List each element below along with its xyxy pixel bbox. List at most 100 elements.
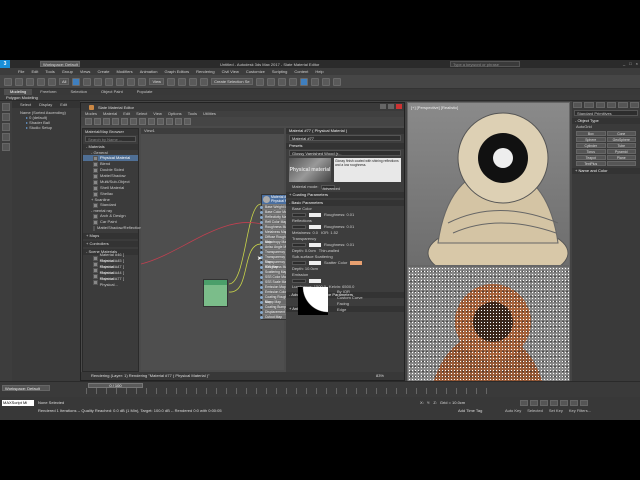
previous-frame-icon[interactable] — [540, 400, 548, 406]
menu-help[interactable]: Help — [315, 69, 323, 74]
primitive-type-dropdown[interactable]: Standard Primitives — [574, 110, 638, 116]
redo-icon[interactable] — [15, 77, 23, 86]
z-coord-label[interactable]: Z: — [433, 400, 437, 405]
rect-selection-icon[interactable] — [94, 77, 103, 86]
angle-snap-icon[interactable] — [189, 77, 198, 86]
browser-section-maps[interactable]: + Maps — [83, 233, 138, 239]
utilities-tab-icon[interactable] — [629, 102, 639, 108]
bitmap-map-node[interactable] — [203, 279, 228, 307]
percent-snap-icon[interactable] — [200, 77, 209, 86]
layer-explorer-icon[interactable] — [277, 77, 286, 86]
render-setup-icon[interactable] — [310, 77, 319, 86]
selection-filter-dropdown[interactable]: All — [59, 78, 70, 85]
select-by-name-icon[interactable] — [83, 77, 92, 86]
put-to-scene-icon[interactable] — [94, 118, 101, 125]
search-input[interactable]: Type a keyword or phrase — [450, 61, 520, 67]
box-button[interactable]: Box — [576, 131, 606, 136]
tube-button[interactable]: Tube — [606, 143, 636, 148]
cylinder-button[interactable]: Cylinder — [576, 143, 606, 148]
slate-minimize-button[interactable] — [380, 104, 386, 109]
hierarchy-tab-icon[interactable] — [595, 102, 605, 108]
render-icon[interactable] — [332, 77, 341, 86]
menu-views[interactable]: Views — [80, 69, 91, 74]
align-icon[interactable] — [266, 77, 275, 86]
name-color-rollout[interactable]: + Name and Color — [572, 168, 640, 174]
slate-close-button[interactable] — [396, 104, 402, 109]
scene-tab-edit[interactable]: Edit — [60, 101, 67, 108]
scene-tab-display[interactable]: Display — [39, 101, 52, 108]
viewport-label[interactable]: [+] [Perspective] [Realistic] — [411, 105, 458, 110]
workspace-selector[interactable]: Workspace: Default — [2, 385, 50, 391]
close-button[interactable]: × — [636, 61, 638, 66]
base-color-swatch[interactable] — [309, 213, 321, 217]
scatter-color-swatch[interactable] — [350, 261, 363, 265]
curve-editor-icon[interactable] — [288, 77, 297, 86]
pivot-icon[interactable] — [167, 77, 176, 86]
menu-civil-view[interactable]: Civil View — [222, 69, 239, 74]
coating-rollout[interactable]: + Coating Parameters — [286, 192, 404, 198]
delete-icon[interactable] — [112, 118, 119, 125]
reflection-color-swatch[interactable] — [309, 225, 321, 229]
slate-maximize-button[interactable] — [388, 104, 394, 109]
menu-customize[interactable]: Customize — [246, 69, 265, 74]
preset-dropdown[interactable]: Glossy Varnished Wood (r... — [289, 150, 401, 156]
go-to-start-icon[interactable] — [530, 400, 538, 406]
set-key-label[interactable]: Set Key — [549, 408, 563, 413]
show-map-icon[interactable] — [139, 118, 146, 125]
show-background-icon[interactable] — [148, 118, 155, 125]
sss-color-swatch[interactable] — [309, 261, 321, 265]
textplus-button[interactable]: TextPlus — [576, 161, 606, 166]
material-parameter-editor-icon[interactable] — [175, 118, 182, 125]
material-editor-icon[interactable] — [299, 77, 308, 86]
modify-tab-icon[interactable] — [584, 102, 594, 108]
display-icon[interactable] — [2, 123, 10, 131]
layout-children-icon[interactable] — [166, 118, 173, 125]
mirror-icon[interactable] — [255, 77, 264, 86]
scene-item[interactable]: Studio Setup — [26, 125, 80, 130]
x-coord-label[interactable]: X: — [420, 400, 424, 405]
undo-icon[interactable] — [4, 77, 12, 86]
geosphere-button[interactable]: GeoSphere — [606, 137, 636, 142]
maximize-button[interactable]: □ — [629, 61, 631, 66]
key-filters-button[interactable]: Key Filters... — [569, 408, 591, 413]
slate-menu-modes[interactable]: Modes — [85, 111, 97, 117]
menu-modifiers[interactable]: Modifiers — [116, 69, 132, 74]
layout-all-icon[interactable] — [157, 118, 164, 125]
app-logo-icon[interactable]: 3 — [0, 60, 10, 68]
perspective-viewport[interactable]: [+] [Perspective] [Realistic] — [407, 102, 570, 266]
browser-search-input[interactable]: Search by Name ... — [85, 136, 136, 142]
menu-tools[interactable]: Tools — [45, 69, 54, 74]
window-crossing-icon[interactable] — [105, 77, 114, 86]
menu-create[interactable]: Create — [97, 69, 109, 74]
material-name-field[interactable]: Material #77 — [289, 135, 401, 141]
menu-file[interactable]: File — [18, 69, 24, 74]
selected-dropdown[interactable]: Selected — [527, 408, 543, 413]
menu-scripting[interactable]: Scripting — [272, 69, 288, 74]
scale-icon[interactable] — [138, 77, 147, 86]
autogrid-checkbox[interactable]: AutoGrid — [572, 124, 640, 129]
pick-material-icon[interactable] — [85, 118, 92, 125]
bind-space-warp-icon[interactable] — [48, 77, 56, 86]
slate-title-bar[interactable]: Slate Material Editor — [81, 103, 404, 111]
menu-graph-editors[interactable]: Graph Editors — [164, 69, 189, 74]
material-mode-dropdown[interactable]: Advanced — [321, 185, 340, 191]
slate-menu-edit[interactable]: Edit — [123, 111, 130, 117]
link-icon[interactable] — [26, 77, 34, 86]
sphere-button[interactable]: Sphere — [576, 137, 606, 142]
slate-menu-tools[interactable]: Tools — [188, 111, 197, 117]
scene-tab-select[interactable]: Select — [20, 101, 31, 108]
slate-zoom-level[interactable]: 83% — [376, 372, 384, 380]
node-view[interactable]: Material #77 Physical M... Base Weight Ma… — [141, 134, 301, 370]
torus-button[interactable]: Torus — [576, 149, 606, 154]
slate-menu-options[interactable]: Options — [168, 111, 182, 117]
slate-menu-select[interactable]: Select — [136, 111, 147, 117]
sss-weight-spinner[interactable] — [292, 261, 306, 265]
base-weight-spinner[interactable] — [292, 213, 306, 217]
create-tab-icon[interactable] — [573, 102, 583, 108]
play-icon[interactable] — [550, 400, 558, 406]
lights-icon[interactable] — [2, 133, 10, 141]
select-object-icon[interactable] — [72, 77, 81, 86]
snap-icon[interactable] — [178, 77, 187, 86]
empty-button[interactable] — [606, 161, 636, 166]
browser-section-controllers[interactable]: + Controllers — [83, 241, 138, 247]
